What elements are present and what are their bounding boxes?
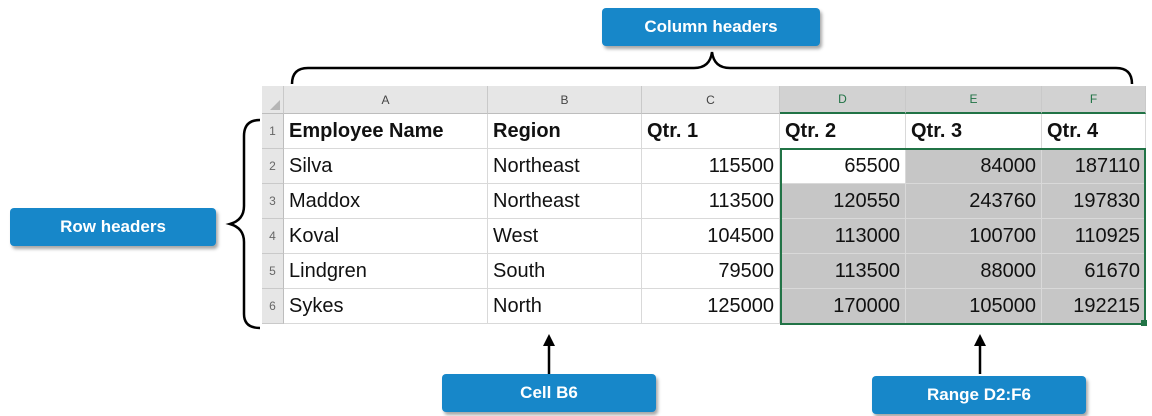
column-header-a[interactable]: A xyxy=(284,86,488,114)
range-arrowhead xyxy=(974,334,986,346)
cell-d2[interactable]: 65500 xyxy=(780,149,906,184)
cell-e3[interactable]: 243760 xyxy=(906,184,1042,219)
column-headers-brace xyxy=(290,51,1134,85)
row-header-1[interactable]: 1 xyxy=(262,114,284,149)
cell-b1[interactable]: Region xyxy=(488,114,642,149)
cell-f6[interactable]: 192215 xyxy=(1042,289,1146,324)
column-header-f[interactable]: F xyxy=(1042,86,1146,114)
cell-a6[interactable]: Sykes xyxy=(284,289,488,324)
cell-f2[interactable]: 187110 xyxy=(1042,149,1146,184)
cell-d1[interactable]: Qtr. 2 xyxy=(780,114,906,149)
cell-a2[interactable]: Silva xyxy=(284,149,488,184)
row-header-5[interactable]: 5 xyxy=(262,254,284,289)
row-header-6[interactable]: 6 xyxy=(262,289,284,324)
cell-b3[interactable]: Northeast xyxy=(488,184,642,219)
cell-a1[interactable]: Employee Name xyxy=(284,114,488,149)
cell-a4[interactable]: Koval xyxy=(284,219,488,254)
cell-e5[interactable]: 88000 xyxy=(906,254,1042,289)
column-header-e[interactable]: E xyxy=(906,86,1042,114)
cell-b6[interactable]: North xyxy=(488,289,642,324)
cell-e1[interactable]: Qtr. 3 xyxy=(906,114,1042,149)
cell-f5[interactable]: 61670 xyxy=(1042,254,1146,289)
cell-b5[interactable]: South xyxy=(488,254,642,289)
column-header-d[interactable]: D xyxy=(780,86,906,114)
cell-c3[interactable]: 113500 xyxy=(642,184,780,219)
cell-c5[interactable]: 79500 xyxy=(642,254,780,289)
cell-f3[interactable]: 197830 xyxy=(1042,184,1146,219)
cell-c6[interactable]: 125000 xyxy=(642,289,780,324)
cell-b4[interactable]: West xyxy=(488,219,642,254)
fill-handle[interactable] xyxy=(1141,320,1147,326)
cell-b6-arrowhead xyxy=(543,334,555,346)
cell-c1[interactable]: Qtr. 1 xyxy=(642,114,780,149)
cell-a3[interactable]: Maddox xyxy=(284,184,488,219)
column-headers-callout: Column headers xyxy=(602,8,820,46)
cell-d4[interactable]: 113000 xyxy=(780,219,906,254)
range-callout: Range D2:F6 xyxy=(872,376,1086,414)
column-header-c[interactable]: C xyxy=(642,86,780,114)
column-header-b[interactable]: B xyxy=(488,86,642,114)
cell-c4[interactable]: 104500 xyxy=(642,219,780,254)
row-headers-callout: Row headers xyxy=(10,208,216,246)
row-headers-brace xyxy=(225,118,261,330)
cell-b2[interactable]: Northeast xyxy=(488,149,642,184)
cell-f4[interactable]: 110925 xyxy=(1042,219,1146,254)
cell-a5[interactable]: Lindgren xyxy=(284,254,488,289)
cell-e2[interactable]: 84000 xyxy=(906,149,1042,184)
cell-d3[interactable]: 120550 xyxy=(780,184,906,219)
select-all-corner[interactable] xyxy=(262,86,284,114)
cell-c2[interactable]: 115500 xyxy=(642,149,780,184)
cell-d6[interactable]: 170000 xyxy=(780,289,906,324)
cell-e6[interactable]: 105000 xyxy=(906,289,1042,324)
cell-d5[interactable]: 113500 xyxy=(780,254,906,289)
row-header-2[interactable]: 2 xyxy=(262,149,284,184)
cell-f1[interactable]: Qtr. 4 xyxy=(1042,114,1146,149)
cell-b6-callout: Cell B6 xyxy=(442,374,656,412)
row-header-4[interactable]: 4 xyxy=(262,219,284,254)
cell-e4[interactable]: 100700 xyxy=(906,219,1042,254)
row-header-3[interactable]: 3 xyxy=(262,184,284,219)
